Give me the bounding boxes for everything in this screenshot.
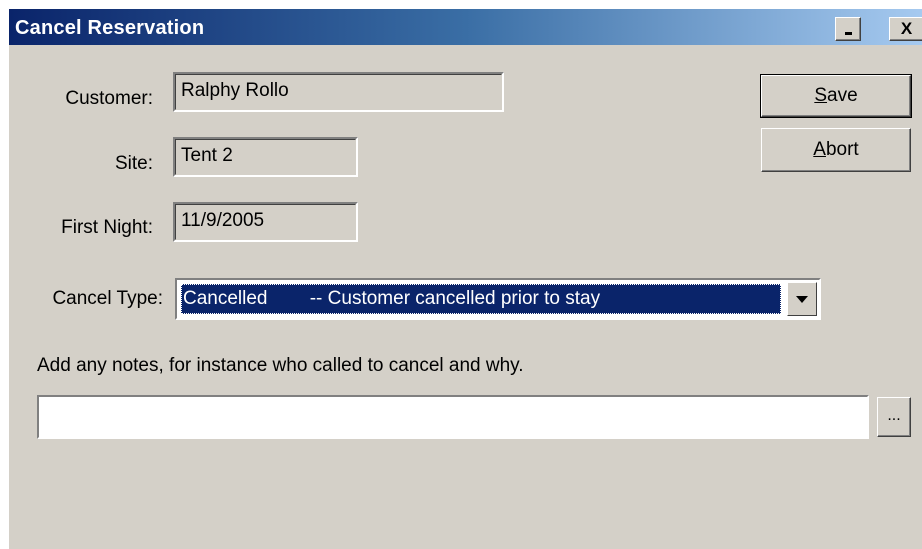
title-bar[interactable]: Cancel Reservation X <box>9 9 922 45</box>
site-label: Site: <box>114 153 153 174</box>
customer-value: Ralphy Rollo <box>181 80 289 101</box>
save-button[interactable]: Save <box>760 74 912 118</box>
abort-label: bort <box>825 139 859 160</box>
cancel-type-select[interactable]: Cancelled -- Customer cancelled prior to… <box>175 278 821 320</box>
cancel-reservation-dialog: Cancel Reservation X Customer: Ralphy Ro… <box>8 8 922 549</box>
notes-browse-button[interactable]: ... <box>877 397 911 437</box>
ellipsis-icon: ... <box>887 407 901 424</box>
customer-label: Customer: <box>65 88 153 109</box>
close-icon: X <box>900 19 913 38</box>
customer-field: Ralphy Rollo <box>173 72 504 112</box>
notes-input[interactable] <box>37 395 869 439</box>
save-label: ave <box>827 85 858 106</box>
cancel-type-selected-value: Cancelled -- Customer cancelled prior to… <box>181 284 781 314</box>
window-title: Cancel Reservation <box>15 17 205 39</box>
save-accelerator: S <box>814 85 828 106</box>
minimize-button[interactable] <box>835 17 861 41</box>
first-night-value: 11/9/2005 <box>181 210 265 231</box>
first-night-label: First Night: <box>61 217 153 238</box>
abort-button[interactable]: Abort <box>761 128 911 172</box>
abort-accelerator: A <box>813 139 826 160</box>
site-value: Tent 2 <box>181 145 233 166</box>
minimize-icon <box>845 32 852 35</box>
first-night-field: 11/9/2005 <box>173 202 358 242</box>
dropdown-arrow-icon[interactable] <box>787 282 817 316</box>
cancel-type-label: Cancel Type: <box>52 288 163 309</box>
notes-hint: Add any notes, for instance who called t… <box>37 355 524 376</box>
close-button[interactable]: X <box>889 17 922 41</box>
site-field: Tent 2 <box>173 137 358 177</box>
